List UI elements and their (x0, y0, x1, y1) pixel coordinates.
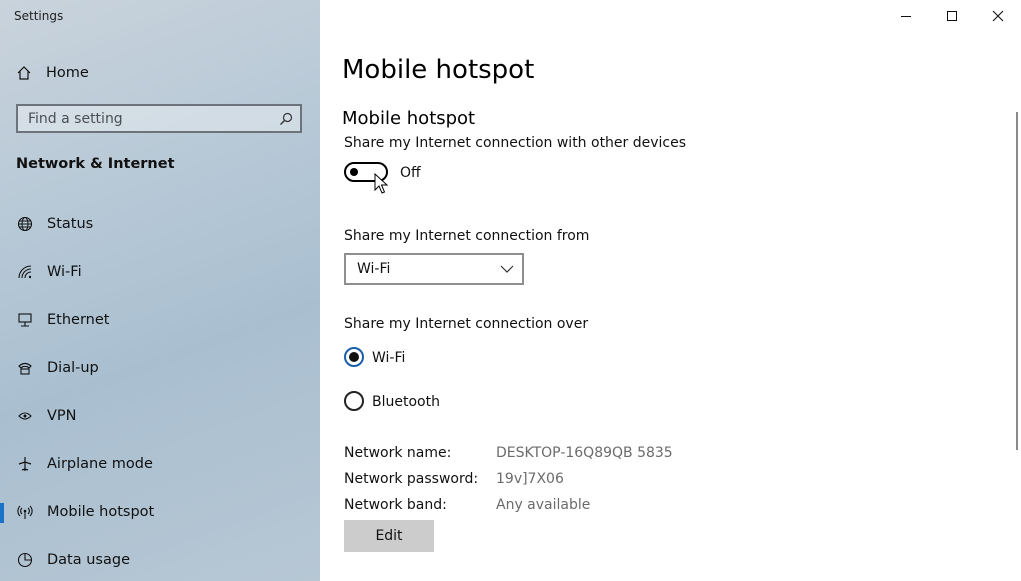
sidebar-item-label: Ethernet (47, 312, 110, 328)
radio-bluetooth[interactable] (344, 391, 364, 411)
radio-wifi[interactable] (344, 347, 364, 367)
sidebar-item-vpn[interactable]: VPN (0, 398, 320, 434)
globe-icon (16, 216, 34, 232)
data-usage-icon (16, 552, 34, 568)
sidebar-item-ethernet[interactable]: Ethernet (0, 302, 320, 338)
network-band-label: Network band: (344, 497, 447, 513)
sidebar: Settings Home Network & Internet Status … (0, 0, 320, 581)
sidebar-item-label: VPN (47, 408, 77, 424)
search-icon[interactable] (272, 112, 300, 126)
network-name-value: DESKTOP-16Q89QB 5835 (496, 445, 673, 461)
share-from-label: Share my Internet connection from (344, 228, 590, 244)
network-password-value: 19v]7X06 (496, 471, 564, 487)
hotspot-icon (16, 504, 34, 520)
radio-wifi-label[interactable]: Wi-Fi (372, 350, 405, 366)
sidebar-section-title: Network & Internet (16, 156, 175, 172)
scrollbar[interactable] (1016, 112, 1018, 450)
toggle-knob (350, 168, 358, 176)
sidebar-item-label: Data usage (47, 552, 130, 568)
network-name-label: Network name: (344, 445, 452, 461)
share-connection-label: Share my Internet connection with other … (344, 135, 687, 151)
sidebar-item-label: Wi-Fi (47, 264, 82, 280)
mouse-cursor-icon (374, 173, 388, 194)
sidebar-item-data-usage[interactable]: Data usage (0, 542, 320, 578)
sidebar-item-status[interactable]: Status (0, 206, 320, 242)
share-over-label: Share my Internet connection over (344, 316, 589, 332)
home-icon (16, 65, 32, 81)
sidebar-item-home[interactable]: Home (16, 62, 89, 84)
search-box[interactable] (16, 104, 302, 133)
minimize-icon (901, 16, 911, 17)
sidebar-item-wifi[interactable]: Wi-Fi (0, 254, 320, 290)
app-title: Settings (14, 9, 64, 23)
vpn-icon (16, 408, 34, 424)
sidebar-item-label: Home (46, 65, 89, 81)
sidebar-item-label: Dial-up (47, 360, 99, 376)
sidebar-item-label: Status (47, 216, 94, 232)
close-icon (992, 10, 1004, 22)
search-input[interactable] (18, 106, 272, 131)
wifi-icon (16, 264, 34, 280)
active-indicator (0, 503, 4, 523)
section-heading: Mobile hotspot (342, 108, 476, 129)
maximize-icon (947, 11, 957, 21)
dropdown-value: Wi-Fi (357, 261, 391, 277)
share-from-dropdown[interactable]: Wi-Fi (344, 253, 524, 285)
maximize-button[interactable] (929, 0, 975, 32)
sidebar-item-label: Mobile hotspot (47, 504, 155, 520)
radio-bluetooth-label[interactable]: Bluetooth (372, 394, 440, 410)
sidebar-item-label: Airplane mode (47, 456, 153, 472)
sidebar-item-mobile-hotspot[interactable]: Mobile hotspot (0, 494, 320, 530)
network-password-label: Network password: (344, 471, 479, 487)
ethernet-icon (16, 312, 34, 328)
radio-dot (349, 352, 359, 362)
network-band-value: Any available (496, 497, 591, 513)
sidebar-item-airplane-mode[interactable]: Airplane mode (0, 446, 320, 482)
edit-button[interactable]: Edit (344, 520, 434, 552)
minimize-button[interactable] (883, 0, 929, 32)
airplane-icon (16, 456, 34, 472)
page-title: Mobile hotspot (342, 55, 535, 85)
sidebar-item-dialup[interactable]: Dial-up (0, 350, 320, 386)
chevron-down-icon (500, 265, 514, 273)
toggle-state-label: Off (400, 165, 421, 181)
close-button[interactable] (975, 0, 1021, 32)
dialup-icon (16, 360, 34, 376)
